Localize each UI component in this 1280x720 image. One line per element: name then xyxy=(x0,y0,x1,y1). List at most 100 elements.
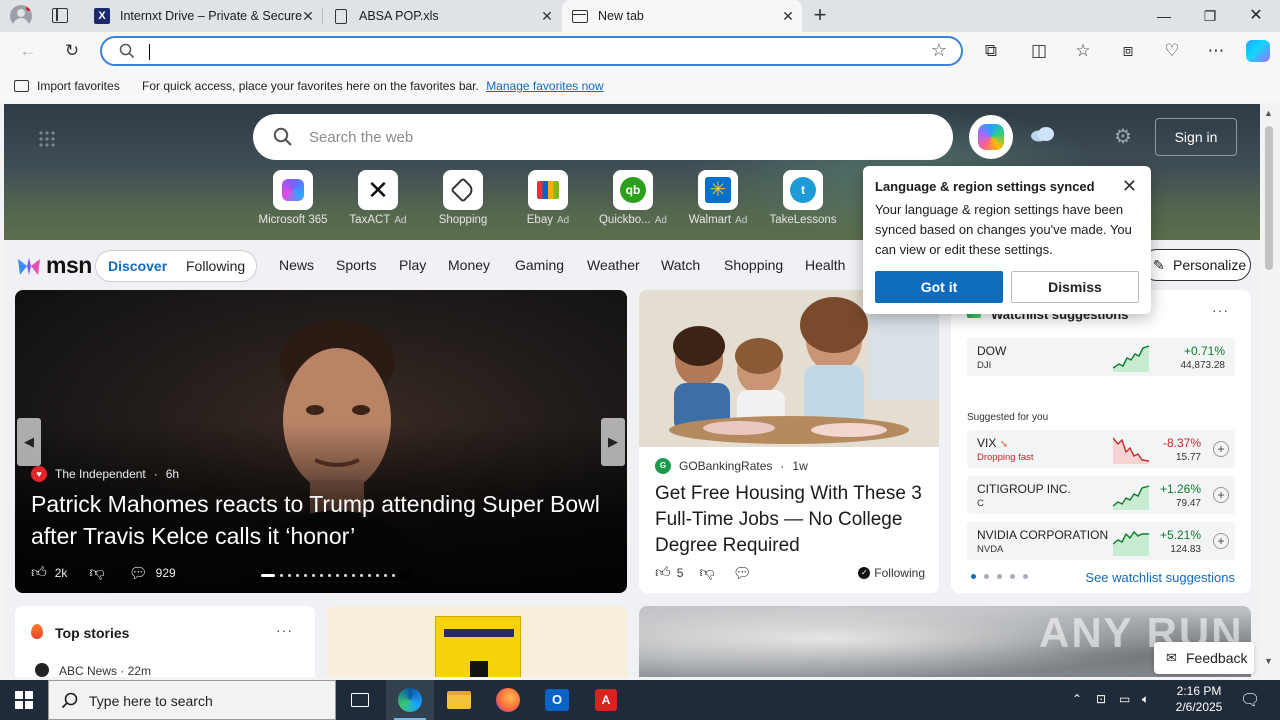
tab-close-icon[interactable]: ✕ xyxy=(539,8,555,24)
scroll-down-arrow-icon[interactable]: ▼ xyxy=(1264,656,1273,666)
tab-following[interactable]: Following xyxy=(186,258,245,274)
new-tab-button[interactable]: + xyxy=(808,4,832,28)
favorite-star-icon[interactable]: ☆ xyxy=(931,40,947,61)
apps-grid-icon[interactable] xyxy=(38,130,56,148)
watchlist-pager[interactable] xyxy=(971,574,1028,579)
quick-link-microsoft365[interactable]: Microsoft 365 xyxy=(253,170,333,226)
nav-play[interactable]: Play xyxy=(399,257,426,273)
address-input[interactable] xyxy=(148,42,908,60)
dislike-icon[interactable]: 👎︎ xyxy=(699,564,714,582)
nav-sports[interactable]: Sports xyxy=(336,257,376,273)
favorites-icon[interactable]: ☆ xyxy=(1069,38,1097,64)
collections-icon[interactable]: ⧈ xyxy=(1114,38,1142,64)
manage-favorites-link[interactable]: Manage favorites now xyxy=(486,79,603,93)
restore-button[interactable]: ❐ xyxy=(1187,0,1233,32)
story-headline[interactable]: Patrick Mahomes reacts to Trump attendin… xyxy=(31,488,611,552)
carousel-next-button[interactable]: ▶ xyxy=(601,418,625,466)
import-favorites-button[interactable]: Import favorites xyxy=(14,79,120,93)
performance-icon[interactable]: ♡ xyxy=(1158,38,1186,64)
edge-taskbar-icon[interactable] xyxy=(386,680,434,720)
nav-gaming[interactable]: Gaming xyxy=(515,257,564,273)
got-it-button[interactable]: Got it xyxy=(875,271,1003,303)
page-scrollbar[interactable]: ▲ ▼ xyxy=(1261,104,1278,676)
story-source[interactable]: ♥ The Independent · 6h xyxy=(31,466,179,482)
copilot-icon[interactable] xyxy=(1246,40,1270,62)
dislike-icon[interactable]: 👎︎ xyxy=(89,564,104,582)
minimize-button[interactable]: — xyxy=(1141,0,1187,32)
quick-link-ebay[interactable]: Ebay Ad xyxy=(508,170,588,226)
story-card[interactable]: G GOBankingRates · 1w Get Free Housing W… xyxy=(639,290,939,593)
nav-shopping[interactable]: Shopping xyxy=(724,257,783,273)
copilot-button[interactable] xyxy=(969,115,1013,159)
quick-link-taxact[interactable]: ✕ TaxACT Ad xyxy=(338,170,418,226)
taskbar-search-box[interactable]: Type here to search xyxy=(48,680,336,720)
outlook-icon[interactable]: O xyxy=(533,680,581,720)
quick-link-shopping[interactable]: Shopping xyxy=(423,170,503,226)
tab-actions-icon[interactable] xyxy=(52,8,68,23)
more-menu-icon[interactable]: ⋯ xyxy=(1202,38,1230,64)
tab-close-icon[interactable]: ✕ xyxy=(300,8,316,24)
story-source[interactable]: ABC News · 22m xyxy=(59,664,151,677)
close-icon[interactable]: ✕ xyxy=(1122,176,1137,197)
task-view-icon[interactable] xyxy=(336,680,384,720)
quick-link-takelessons[interactable]: t TakeLessons xyxy=(763,170,843,226)
like-icon[interactable]: 👍︎ xyxy=(655,564,671,582)
firefox-icon[interactable] xyxy=(484,680,532,720)
close-window-button[interactable]: ✕ xyxy=(1233,0,1279,32)
quick-link-quickbooks[interactable]: qb Quickbo... Ad xyxy=(593,170,673,226)
like-icon[interactable]: 👍︎ xyxy=(31,564,47,582)
comment-icon[interactable]: 💬︎ xyxy=(733,564,752,582)
tab-new-tab[interactable]: New tab ✕ xyxy=(562,0,802,32)
personalize-button[interactable]: ✎ Personalize xyxy=(1141,249,1251,281)
tab-close-icon[interactable]: ✕ xyxy=(780,8,796,24)
stock-row-dow[interactable]: DOW DJI +0.71% 44,873.28 xyxy=(967,338,1235,376)
profile-avatar[interactable] xyxy=(10,5,32,27)
acrobat-icon[interactable]: A xyxy=(582,680,630,720)
add-to-watchlist-button[interactable]: + xyxy=(1213,533,1229,549)
web-search-box[interactable]: Search the web xyxy=(253,114,953,160)
file-explorer-icon[interactable] xyxy=(435,680,483,720)
usb-device-icon[interactable]: ⊡ xyxy=(1096,692,1106,706)
dismiss-button[interactable]: Dismiss xyxy=(1011,271,1139,303)
tab-discover[interactable]: Discover xyxy=(108,258,167,274)
stock-row-nvidia[interactable]: NVIDIA CORPORATION NVDA +5.21% 124.83 + xyxy=(967,522,1235,560)
scroll-thumb[interactable] xyxy=(1265,126,1273,270)
add-to-watchlist-button[interactable]: + xyxy=(1213,487,1229,503)
weather-cloud-icon[interactable] xyxy=(1029,126,1057,142)
add-to-watchlist-button[interactable]: + xyxy=(1213,441,1229,457)
sign-in-button[interactable]: Sign in xyxy=(1155,118,1237,156)
network-icon[interactable]: ▭ xyxy=(1119,692,1130,706)
nav-watch[interactable]: Watch xyxy=(661,257,700,273)
see-watchlist-link[interactable]: See watchlist suggestions xyxy=(1085,570,1235,585)
main-story-card[interactable]: ◀ ▶ ♥ The Independent · 6h Patrick Mahom… xyxy=(15,290,627,593)
scroll-up-arrow-icon[interactable]: ▲ xyxy=(1264,108,1273,118)
extensions-icon[interactable]: ⧉ xyxy=(977,38,1005,64)
following-badge[interactable]: ✓ Following xyxy=(858,566,925,580)
nav-health[interactable]: Health xyxy=(805,257,845,273)
story-headline[interactable]: Get Free Housing With These 3 Full-Time … xyxy=(655,481,931,559)
more-options-icon[interactable]: ··· xyxy=(276,622,293,638)
system-clock[interactable]: 2:16 PM 2/6/2025 xyxy=(1166,683,1232,715)
stock-row-vix[interactable]: VIX ➘ Dropping fast -8.37% 15.77 + xyxy=(967,430,1235,468)
settings-gear-icon[interactable]: ⚙ xyxy=(1114,124,1132,149)
show-hidden-icons-chevron-icon[interactable]: ⌃ xyxy=(1072,692,1082,706)
tab-absa-pop[interactable]: ABSA POP.xls ✕ xyxy=(323,0,561,32)
msn-logo[interactable]: msn xyxy=(16,252,92,279)
split-screen-icon[interactable]: ◫ xyxy=(1025,38,1053,64)
feedback-button[interactable]: ✉ Feedback xyxy=(1154,642,1254,674)
quick-link-walmart[interactable]: ✳ Walmart Ad xyxy=(678,170,758,226)
tab-internxt[interactable]: X Internxt Drive – Private & Secure ✕ xyxy=(84,0,322,32)
promo-card[interactable] xyxy=(327,606,627,677)
carousel-prev-button[interactable]: ◀ xyxy=(17,418,41,466)
more-options-icon[interactable]: ··· xyxy=(1212,302,1229,318)
comment-icon[interactable]: 💬︎ xyxy=(129,564,148,582)
volume-icon[interactable]: 🔈︎ xyxy=(1142,692,1149,707)
story-source[interactable]: G GOBankingRates · 1w xyxy=(655,458,808,474)
nav-money[interactable]: Money xyxy=(448,257,490,273)
refresh-button[interactable]: ↻ xyxy=(58,38,86,64)
stock-row-citigroup[interactable]: CITIGROUP INC. C +1.26% 79.47 + xyxy=(967,476,1235,514)
nav-weather[interactable]: Weather xyxy=(587,257,640,273)
back-button[interactable]: ← xyxy=(14,38,42,64)
start-button[interactable] xyxy=(0,680,48,720)
nav-news[interactable]: News xyxy=(279,257,314,273)
